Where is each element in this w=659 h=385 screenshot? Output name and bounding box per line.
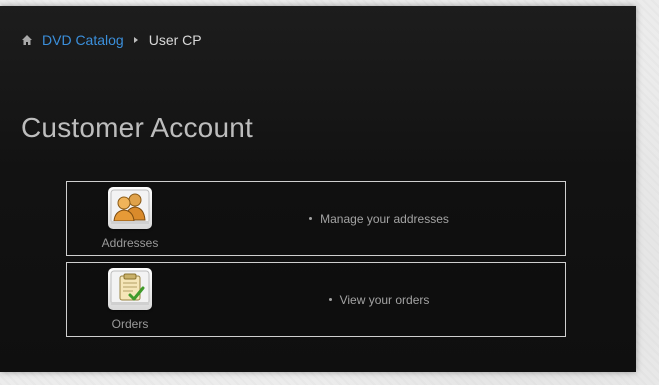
- orders-icon[interactable]: [108, 268, 152, 310]
- page-title: Customer Account: [21, 112, 253, 143]
- addresses-links-list: Manage your addresses: [309, 212, 449, 226]
- bullet-icon: [328, 298, 332, 301]
- breadcrumb-current-user-cp: User CP: [148, 32, 202, 48]
- addresses-icon[interactable]: [108, 187, 152, 229]
- main-panel: DVD Catalog User CP Customer Account Add…: [0, 6, 636, 372]
- addresses-label[interactable]: Addresses: [67, 236, 193, 250]
- account-row-addresses: Addresses Manage your addresses: [66, 181, 566, 256]
- addresses-link[interactable]: Addresses: [67, 182, 193, 255]
- orders-label[interactable]: Orders: [67, 317, 193, 331]
- home-icon[interactable]: [21, 34, 33, 46]
- orders-description-area: View your orders: [193, 263, 565, 336]
- manage-addresses-text[interactable]: Manage your addresses: [320, 212, 449, 226]
- bullet-icon: [309, 217, 313, 220]
- view-orders-link[interactable]: View your orders: [328, 293, 430, 307]
- breadcrumb-link-dvd-catalog[interactable]: DVD Catalog: [42, 32, 124, 48]
- orders-link[interactable]: Orders: [67, 263, 193, 336]
- account-row-orders: Orders View your orders: [66, 262, 566, 337]
- manage-addresses-link[interactable]: Manage your addresses: [309, 212, 449, 226]
- breadcrumb: DVD Catalog User CP: [21, 32, 202, 48]
- orders-links-list: View your orders: [328, 293, 430, 307]
- view-orders-text[interactable]: View your orders: [340, 293, 430, 307]
- breadcrumb-separator-icon: [133, 37, 138, 43]
- addresses-description-area: Manage your addresses: [193, 182, 565, 255]
